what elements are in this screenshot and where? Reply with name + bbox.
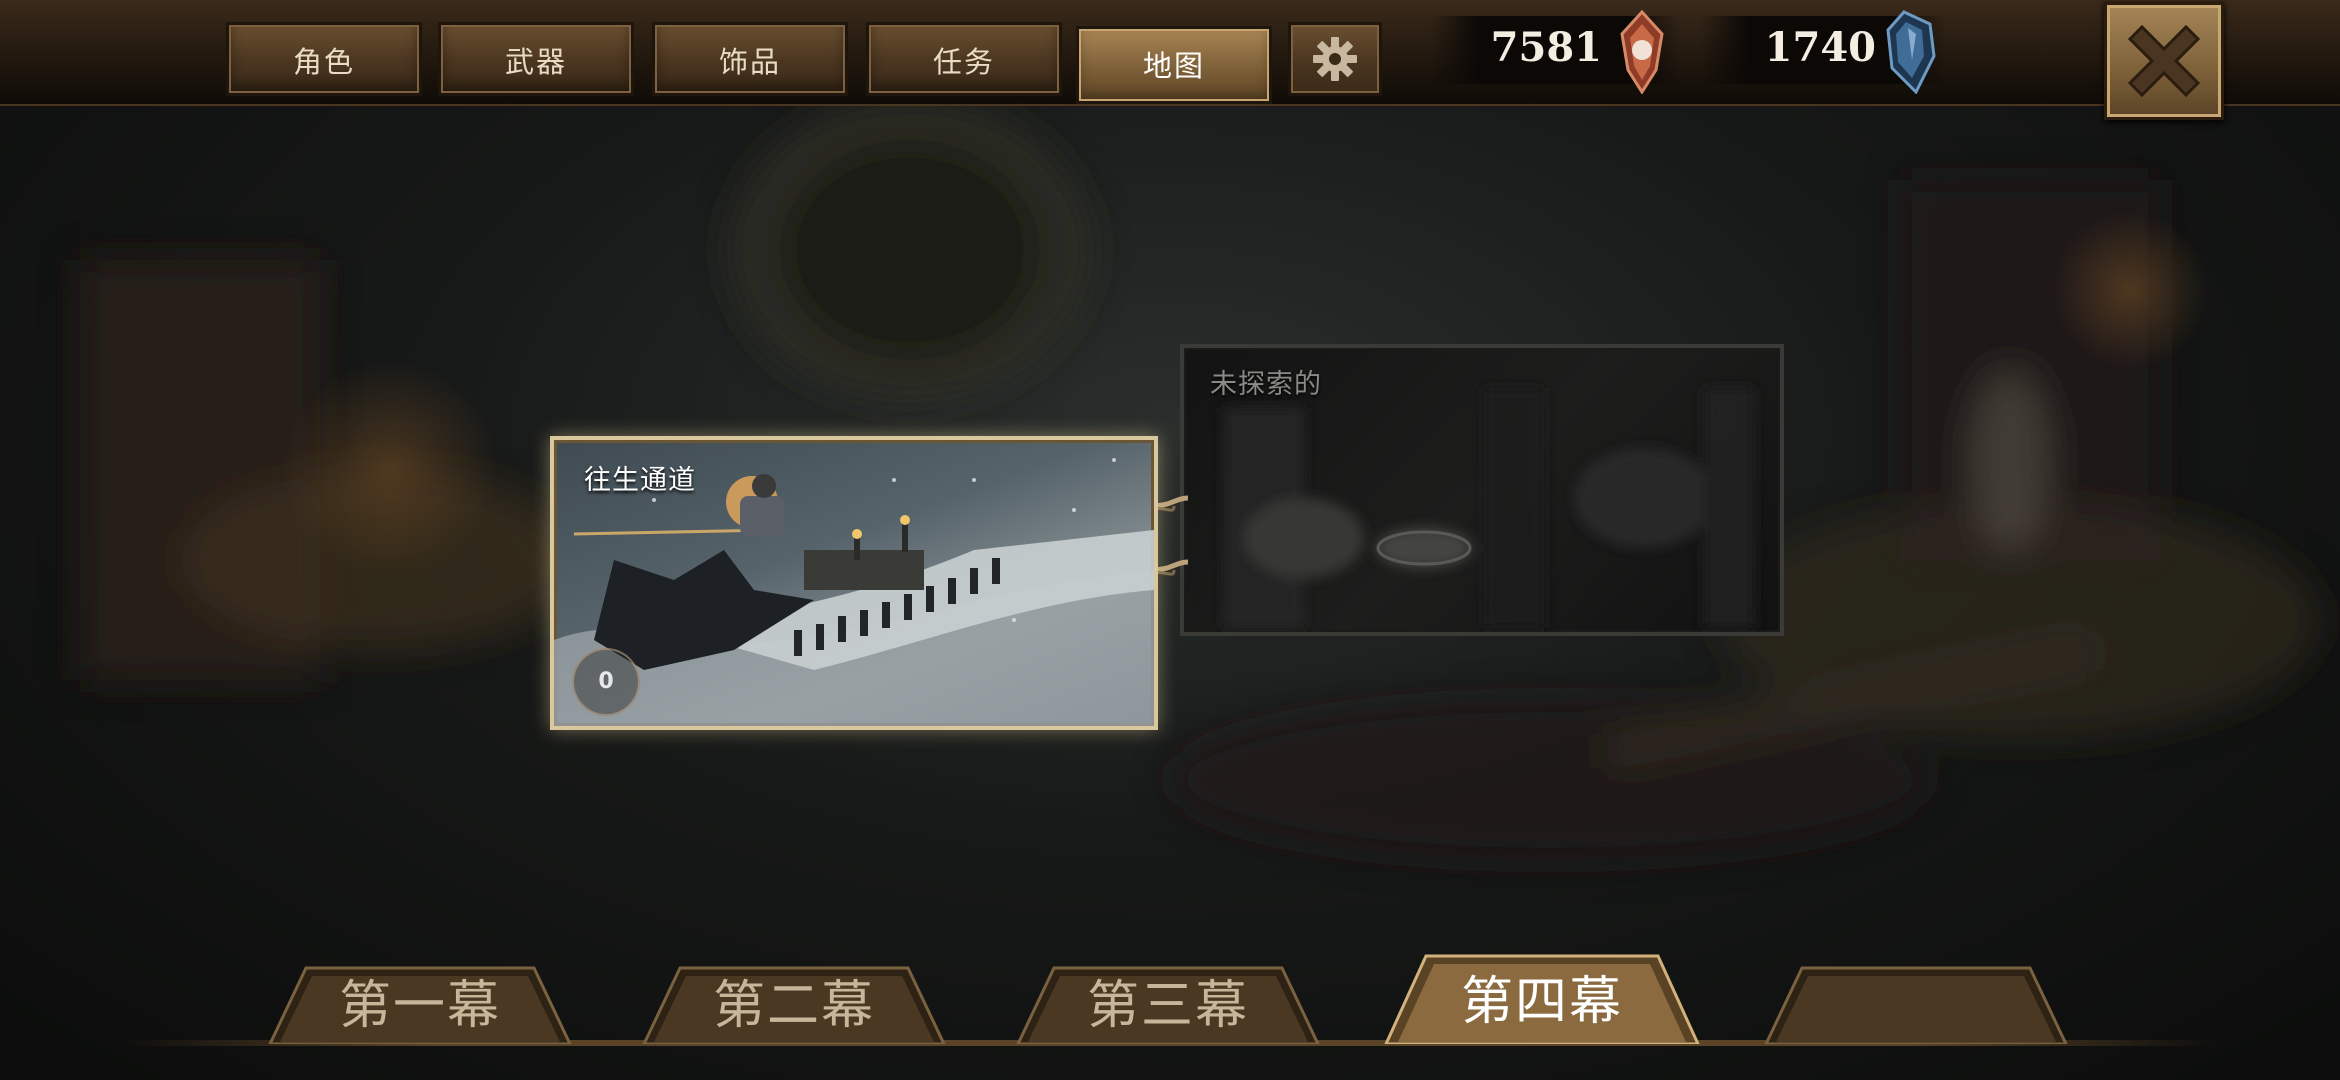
- explored-area-title: 往生通道: [584, 465, 696, 496]
- settings-button[interactable]: [1288, 22, 1382, 96]
- chapter-tab-5[interactable]: [1746, 964, 2086, 1044]
- unexplored-area-title: 未探索的: [1210, 369, 1322, 400]
- chapter-tab-5-bg: [1764, 966, 2068, 1044]
- blue-crystal-value: 1740: [1764, 24, 1876, 71]
- player-marker-icon: [726, 474, 784, 536]
- chapter-tab-1[interactable]: 第一幕: [250, 964, 590, 1044]
- tab-character[interactable]: 角色: [226, 22, 422, 96]
- chapter-tab-3-label: 第三幕: [1086, 976, 1249, 1036]
- red-gem-counter: 7581: [1430, 9, 1680, 95]
- tab-map[interactable]: 地图: [1076, 26, 1272, 104]
- blue-crystal-icon: [1882, 10, 1938, 98]
- tab-quests[interactable]: 任务: [866, 22, 1062, 96]
- red-soul-gem-icon: [1612, 9, 1672, 98]
- chapter-tab-3[interactable]: 第三幕: [998, 964, 1338, 1044]
- chapter-tab-1-label: 第一幕: [338, 976, 501, 1036]
- gear-icon: [1313, 37, 1357, 81]
- close-button[interactable]: [2104, 2, 2224, 120]
- tab-accessories[interactable]: 饰品: [652, 22, 848, 96]
- chapter-tab-4-label: 第四幕: [1460, 972, 1623, 1032]
- red-gem-value: 7581: [1490, 24, 1602, 71]
- chapter-tab-2[interactable]: 第二幕: [624, 964, 964, 1044]
- top-nav-bar: 角色 武器 饰品 任务 地图 7581 1740: [0, 0, 2340, 120]
- map-area-explored[interactable]: 往生通道 0: [550, 436, 1158, 730]
- chapter-tab-2-label: 第二幕: [712, 976, 875, 1036]
- tab-weapons[interactable]: 武器: [438, 22, 634, 96]
- map-area-unexplored[interactable]: 未探索的: [1180, 344, 1784, 636]
- blue-crystal-counter: 1740: [1700, 10, 1946, 95]
- chapter-tab-4[interactable]: 第四幕: [1372, 952, 1712, 1044]
- close-icon: [2127, 24, 2201, 98]
- area-progress-badge: 0: [572, 648, 640, 716]
